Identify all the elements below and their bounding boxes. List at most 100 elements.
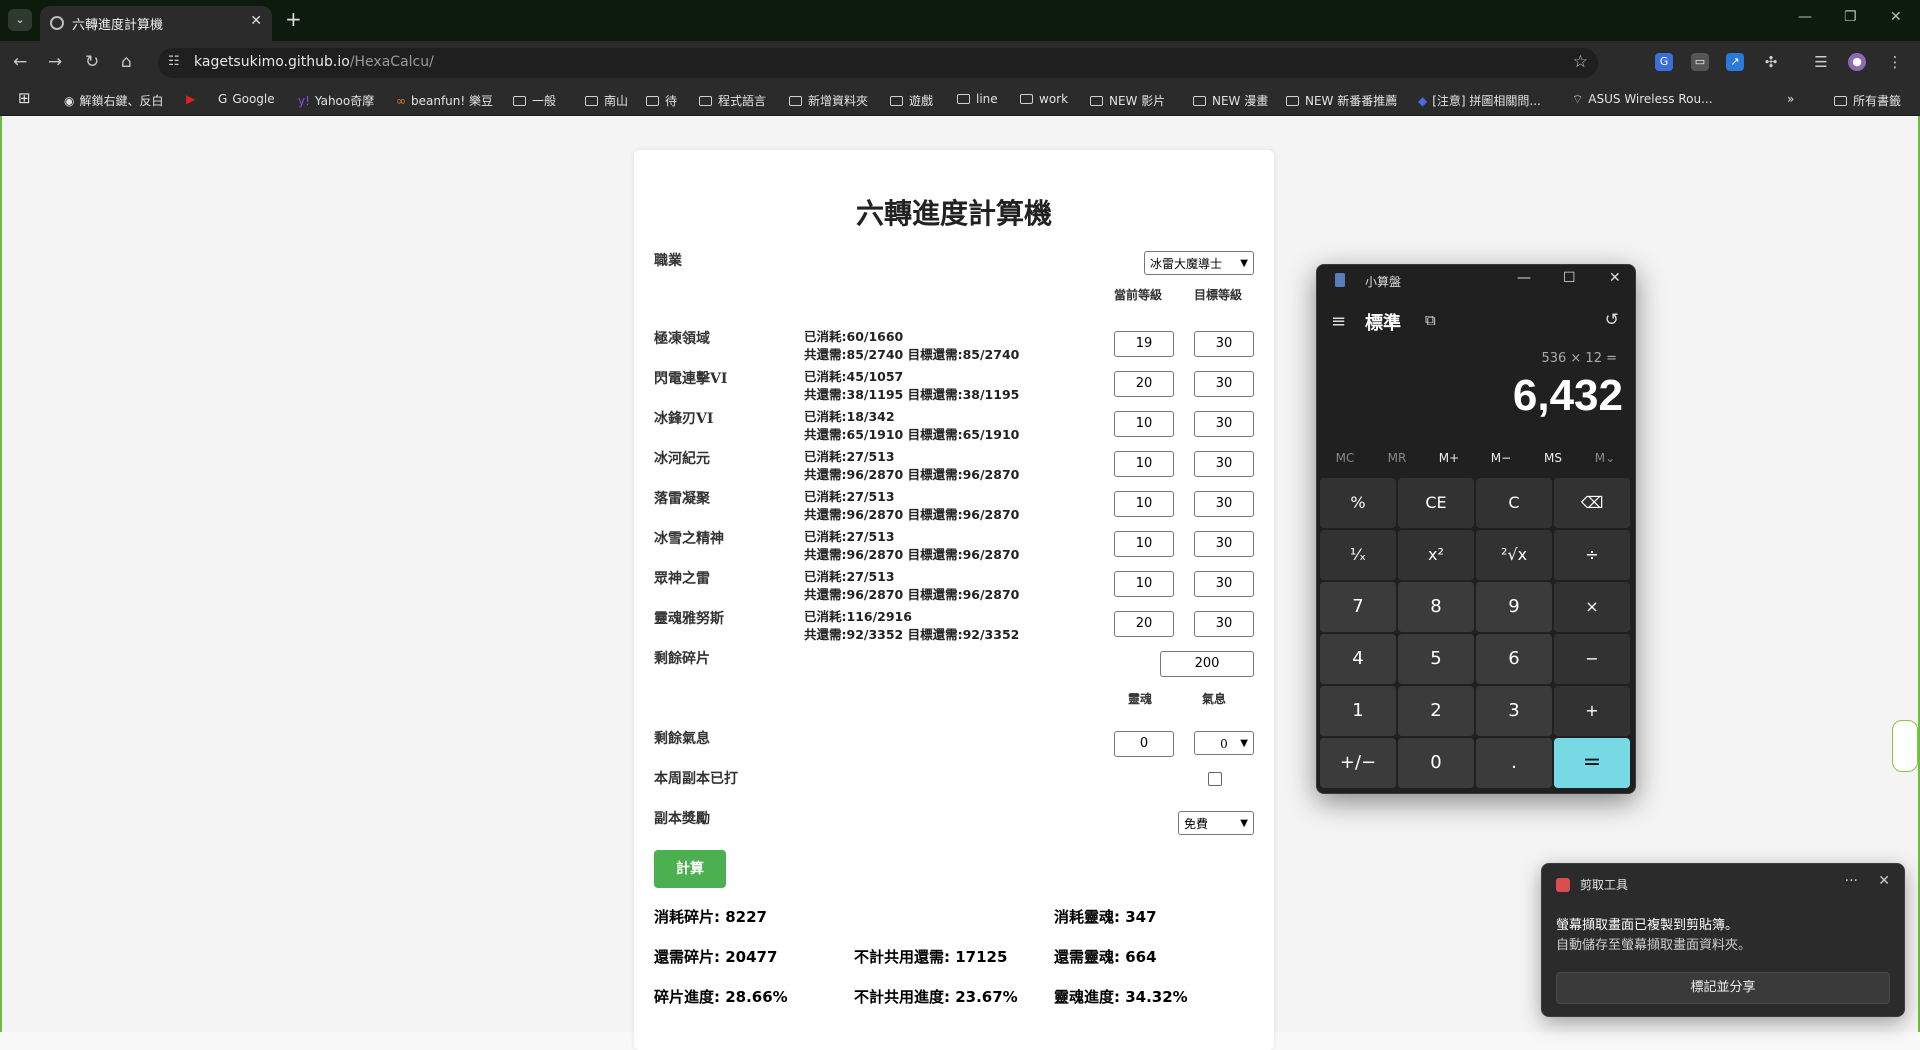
- target-level-input[interactable]: 30: [1194, 531, 1254, 557]
- history-icon[interactable]: ↺: [1605, 310, 1619, 330]
- current-level-input[interactable]: 10: [1114, 411, 1174, 437]
- reward-select[interactable]: 免費 ▼: [1178, 811, 1254, 835]
- digit-5-key[interactable]: 5: [1398, 634, 1474, 684]
- youtube-icon[interactable]: ▶: [186, 92, 195, 106]
- bookmark-item[interactable]: ∞ beanfun! 樂豆: [396, 92, 493, 109]
- bookmark-folder[interactable]: 一般: [513, 92, 556, 109]
- forward-icon[interactable]: →: [48, 52, 62, 72]
- memory-list-button[interactable]: M⌄: [1579, 451, 1631, 465]
- current-level-input[interactable]: 10: [1114, 451, 1174, 477]
- divide-key[interactable]: ÷: [1554, 530, 1630, 580]
- bookmark-folder[interactable]: 待: [646, 92, 677, 109]
- bookmark-folder[interactable]: 程式語言: [699, 92, 766, 109]
- hamburger-menu-icon[interactable]: ≡: [1331, 311, 1346, 332]
- current-level-input[interactable]: 20: [1114, 611, 1174, 637]
- apps-grid-icon[interactable]: ⊞: [18, 89, 31, 107]
- reciprocal-key[interactable]: ¹⁄ₓ: [1320, 530, 1396, 580]
- tab-search-button[interactable]: ⌄: [8, 9, 32, 31]
- bookmark-folder[interactable]: work: [1020, 92, 1068, 106]
- negate-key[interactable]: +/−: [1320, 738, 1396, 788]
- browser-tab-active[interactable]: 六轉進度計算機 ✕: [40, 6, 272, 41]
- bookmark-folder[interactable]: NEW 影片: [1090, 92, 1165, 109]
- site-info-icon[interactable]: ☷: [168, 54, 180, 69]
- current-level-input[interactable]: 20: [1114, 371, 1174, 397]
- bookmark-folder[interactable]: 新增資料夾: [789, 92, 868, 109]
- digit-1-key[interactable]: 1: [1320, 686, 1396, 736]
- bookmark-folder[interactable]: line: [957, 92, 998, 106]
- aura-select[interactable]: 0 ▼: [1194, 731, 1254, 755]
- back-icon[interactable]: ←: [13, 52, 27, 72]
- bookmark-item[interactable]: G Google: [218, 92, 275, 106]
- markup-share-button[interactable]: 標記並分享: [1556, 972, 1890, 1004]
- subtract-key[interactable]: −: [1554, 634, 1630, 684]
- percent-key[interactable]: %: [1320, 478, 1396, 528]
- chat-extension-icon[interactable]: ▭: [1691, 53, 1709, 71]
- memory-store-button[interactable]: MS: [1527, 451, 1579, 465]
- bookmark-folder[interactable]: 南山: [585, 92, 628, 109]
- link-extension-icon[interactable]: ↗: [1726, 53, 1744, 71]
- memory-clear-button[interactable]: MC: [1319, 451, 1371, 465]
- translate-extension-icon[interactable]: G: [1655, 53, 1673, 71]
- current-level-input[interactable]: 10: [1114, 491, 1174, 517]
- bookmark-folder[interactable]: 遊戲: [890, 92, 933, 109]
- decimal-key[interactable]: .: [1476, 738, 1552, 788]
- current-level-input[interactable]: 19: [1114, 331, 1174, 357]
- digit-2-key[interactable]: 2: [1398, 686, 1474, 736]
- digit-0-key[interactable]: 0: [1398, 738, 1474, 788]
- more-options-icon[interactable]: ···: [1845, 873, 1858, 889]
- digit-7-key[interactable]: 7: [1320, 582, 1396, 632]
- job-select[interactable]: 冰雷大魔導士 ▼: [1144, 251, 1254, 275]
- clear-entry-key[interactable]: CE: [1398, 478, 1474, 528]
- clear-key[interactable]: C: [1476, 478, 1552, 528]
- digit-9-key[interactable]: 9: [1476, 582, 1552, 632]
- side-extension-badge[interactable]: [1892, 720, 1918, 772]
- current-level-input[interactable]: 10: [1114, 531, 1174, 557]
- extensions-icon[interactable]: ✣: [1762, 53, 1780, 71]
- minimize-icon[interactable]: —: [1798, 9, 1812, 25]
- restore-icon[interactable]: ❐: [1844, 9, 1857, 25]
- digit-6-key[interactable]: 6: [1476, 634, 1552, 684]
- digit-4-key[interactable]: 4: [1320, 634, 1396, 684]
- bookmark-star-icon[interactable]: ☆: [1573, 52, 1588, 72]
- current-level-input[interactable]: 10: [1114, 571, 1174, 597]
- square-key[interactable]: x²: [1398, 530, 1474, 580]
- target-level-input[interactable]: 30: [1194, 611, 1254, 637]
- memory-recall-button[interactable]: MR: [1371, 451, 1423, 465]
- aura-soul-input[interactable]: 0: [1114, 731, 1174, 757]
- close-icon[interactable]: ✕: [1878, 873, 1890, 889]
- reload-icon[interactable]: ↻: [85, 52, 99, 72]
- bookmark-item[interactable]: ⌔ ASUS Wireless Rou...: [1572, 92, 1713, 107]
- home-icon[interactable]: ⌂: [121, 52, 132, 72]
- bookmark-folder[interactable]: NEW 新番番推薦: [1286, 92, 1397, 109]
- memory-subtract-button[interactable]: M−: [1475, 451, 1527, 465]
- address-bar[interactable]: ☷ kagetsukimo.github.io/HexaCalcu/ ☆: [158, 48, 1598, 78]
- keep-on-top-icon[interactable]: ⧉: [1425, 311, 1436, 329]
- digit-8-key[interactable]: 8: [1398, 582, 1474, 632]
- profile-avatar[interactable]: ●: [1848, 53, 1866, 71]
- menu-kebab-icon[interactable]: ⋮: [1886, 53, 1904, 71]
- bookmark-folder[interactable]: NEW 漫畫: [1193, 92, 1268, 109]
- square-root-key[interactable]: ²√x: [1476, 530, 1552, 580]
- bookmark-item[interactable]: ◆ [注意] 拼圖相關問...: [1418, 92, 1541, 109]
- add-key[interactable]: +: [1554, 686, 1630, 736]
- equals-key[interactable]: =: [1554, 738, 1630, 788]
- target-level-input[interactable]: 30: [1194, 451, 1254, 477]
- maximize-icon[interactable]: ☐: [1563, 270, 1576, 286]
- backspace-key[interactable]: ⌫: [1554, 478, 1630, 528]
- multiply-key[interactable]: ×: [1554, 582, 1630, 632]
- all-bookmarks[interactable]: 所有書籤: [1834, 92, 1901, 109]
- new-tab-button[interactable]: +: [285, 7, 302, 31]
- memory-add-button[interactable]: M+: [1423, 451, 1475, 465]
- close-icon[interactable]: ✕: [1609, 270, 1621, 286]
- target-level-input[interactable]: 30: [1194, 371, 1254, 397]
- close-window-icon[interactable]: ✕: [1890, 9, 1902, 25]
- weekly-checkbox[interactable]: [1208, 772, 1222, 786]
- close-tab-icon[interactable]: ✕: [250, 13, 262, 29]
- target-level-input[interactable]: 30: [1194, 411, 1254, 437]
- target-level-input[interactable]: 30: [1194, 491, 1254, 517]
- digit-3-key[interactable]: 3: [1476, 686, 1552, 736]
- media-control-icon[interactable]: ☰: [1812, 53, 1830, 71]
- target-level-input[interactable]: 30: [1194, 571, 1254, 597]
- more-bookmarks-icon[interactable]: »: [1787, 92, 1794, 106]
- minimize-icon[interactable]: —: [1517, 270, 1531, 286]
